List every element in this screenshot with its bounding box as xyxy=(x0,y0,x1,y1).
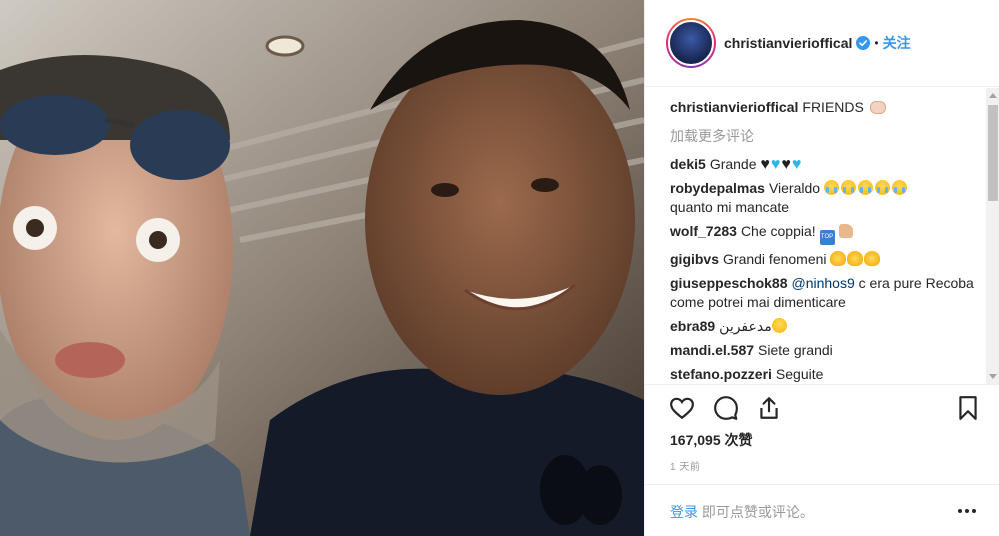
divider xyxy=(645,384,999,385)
comment-author[interactable]: giuseppeschok88 xyxy=(670,275,788,291)
laughing-emoji-icon xyxy=(771,318,787,333)
comments-scrollbar[interactable] xyxy=(986,88,999,384)
follow-button[interactable]: 关注 xyxy=(883,33,911,53)
comment-item: ebra89 مدعفرين xyxy=(670,317,975,336)
share-icon[interactable] xyxy=(756,395,782,421)
clapping-emoji-icon xyxy=(830,251,847,266)
scrollbar-thumb[interactable] xyxy=(988,105,998,201)
bookmark-icon[interactable] xyxy=(955,395,981,421)
comment-author[interactable]: mandi.el.587 xyxy=(670,342,754,358)
caption-author[interactable]: christianvierioffical xyxy=(670,99,798,115)
crying-emoji-icon xyxy=(840,180,856,195)
login-footer: 登录 即可点赞或评论。 xyxy=(645,484,999,536)
comment-item: gigibvs Grandi fenomeni xyxy=(670,250,975,269)
blue-heart-icon: ♥ xyxy=(791,156,802,173)
comment-text: Grandi fenomeni xyxy=(723,251,827,267)
comment-item: giuseppeschok88 @ninhos9 c era pure Recob… xyxy=(670,274,975,312)
load-more-comments[interactable]: 加载更多评论 xyxy=(670,126,986,146)
comment-text: Che coppia! xyxy=(740,223,816,239)
comment-item: stefano.pozzeri Seguite xyxy=(670,365,975,384)
comment-item: deki5 Grande ♥♥♥♥ xyxy=(670,155,975,174)
clapping-emoji-icon xyxy=(864,251,881,266)
post-header: christianvierioffical • 关注 xyxy=(645,0,999,87)
header-username[interactable]: christianvierioffical xyxy=(724,35,852,51)
scroll-down-arrow-icon[interactable] xyxy=(989,374,997,379)
verified-badge-icon xyxy=(856,36,871,50)
comment-text: Vieraldo xyxy=(768,180,821,196)
action-bar xyxy=(645,390,999,426)
avatar[interactable] xyxy=(666,18,716,68)
caption: christianvierioffical FRIENDS xyxy=(670,98,975,117)
crying-emoji-icon xyxy=(891,180,907,195)
more-options-icon[interactable] xyxy=(957,508,977,514)
comment-author[interactable]: ebra89 xyxy=(670,318,715,334)
comment-item: wolf_7283 Che coppia! TOP xyxy=(670,222,975,245)
comment-author[interactable]: stefano.pozzeri xyxy=(670,366,772,382)
fist-bump-emoji-icon xyxy=(869,101,886,114)
comment-icon[interactable] xyxy=(713,395,739,421)
heart-icon[interactable] xyxy=(669,395,695,421)
comment-author[interactable]: robydepalmas xyxy=(670,180,765,196)
blue-heart-icon: ♥ xyxy=(770,156,781,173)
comment-author[interactable]: gigibvs xyxy=(670,251,719,267)
thumbs-up-emoji-icon xyxy=(838,224,853,238)
comment-text: Siete grandi xyxy=(758,342,833,358)
comment-item: robydepalmas Vieraldo quanto mi mancate xyxy=(670,179,975,217)
comment-author[interactable]: wolf_7283 xyxy=(670,223,737,239)
scroll-up-arrow-icon[interactable] xyxy=(989,93,997,98)
caption-text: FRIENDS xyxy=(802,99,864,115)
post-time[interactable]: 1 天前 xyxy=(670,458,700,473)
crying-emoji-icon xyxy=(823,180,839,195)
black-heart-icon: ♥ xyxy=(760,156,770,173)
login-link[interactable]: 登录 xyxy=(670,504,698,520)
post-sidebar: christianvierioffical • 关注 christianvier… xyxy=(644,0,999,536)
clapping-emoji-icon xyxy=(847,251,864,266)
comment-mention[interactable]: @ninhos9 xyxy=(792,275,855,291)
crying-emoji-icon xyxy=(874,180,890,195)
like-count[interactable]: 167,095 次赞 xyxy=(670,430,753,450)
comment-text: Grande xyxy=(709,156,757,172)
login-prompt: 登录 即可点赞或评论。 xyxy=(670,502,814,522)
black-heart-icon: ♥ xyxy=(781,156,791,173)
top-arrow-emoji-icon: TOP xyxy=(819,230,835,245)
comment-author[interactable]: deki5 xyxy=(670,156,706,172)
comment-text: Seguite xyxy=(775,366,824,382)
login-prompt-text: 即可点赞或评论。 xyxy=(698,504,814,520)
separator-dot: • xyxy=(874,36,879,50)
comment-text-continued: quanto mi mancate xyxy=(670,199,790,215)
post-photo[interactable] xyxy=(0,0,644,536)
comment-list[interactable]: christianvierioffical FRIENDS 加载更多评论 deki… xyxy=(645,88,986,384)
comment-text: مدعفرين xyxy=(719,318,772,334)
crying-emoji-icon xyxy=(857,180,873,195)
comment-item: mandi.el.587 Siete grandi xyxy=(670,341,975,360)
